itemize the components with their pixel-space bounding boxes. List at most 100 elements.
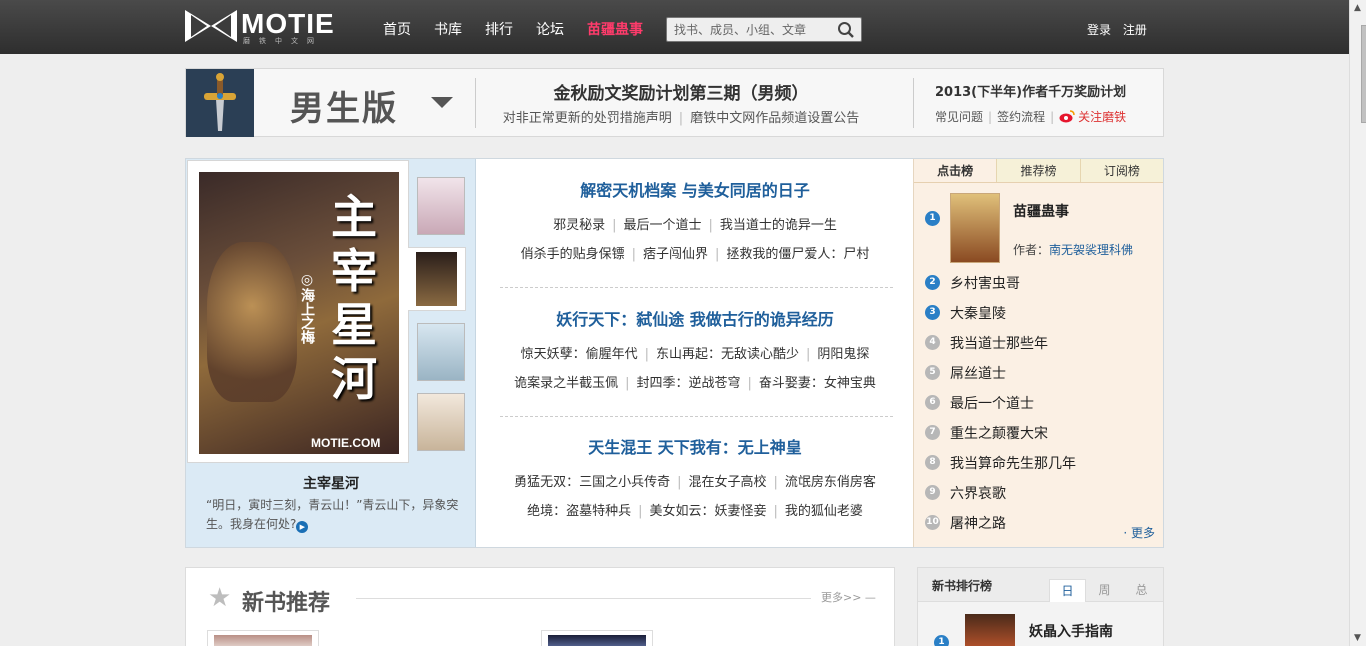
cover-brand-text: MOTIE.COM	[311, 436, 381, 450]
ranking-item[interactable]: 2 乡村害虫哥	[914, 272, 1164, 294]
new-book-cover[interactable]	[541, 630, 653, 646]
ranking-item-title[interactable]: 重生之颠覆大宋	[950, 423, 1048, 443]
notice-link-channel[interactable]: 磨铁中文网作品频道设置公告	[690, 111, 859, 126]
ranking-item[interactable]: 4 我当道士那些年	[914, 332, 1164, 354]
thumbnail[interactable]	[417, 393, 465, 451]
ranking-item-title[interactable]: 屠神之路	[950, 513, 1006, 533]
motie-logo[interactable]: MOTIE 磨铁中文网	[185, 8, 345, 45]
featured-book-title[interactable]: 主宰星河	[186, 473, 476, 493]
book-link[interactable]: 惊天妖孽：偷腥年代	[521, 347, 638, 362]
register-link[interactable]: 注册	[1123, 23, 1147, 37]
thumbnail[interactable]	[417, 323, 465, 381]
recommend-row: 邪灵秘录 | 最后一个道士 | 我当道士的诡异一生	[553, 218, 837, 233]
tab-subscribe[interactable]: 订阅榜	[1079, 159, 1163, 182]
main-nav: 首页 书库 排行 论坛 苗疆蛊事	[383, 19, 666, 39]
search-input[interactable]	[667, 18, 832, 41]
scroll-up-icon[interactable]: ▲	[1354, 3, 1361, 13]
book-link[interactable]: 勇猛无双：三国之小兵传奇	[514, 475, 670, 490]
nav-home[interactable]: 首页	[383, 19, 411, 39]
book-link[interactable]: 封四季：逆战苍穹	[636, 376, 740, 391]
tab-week[interactable]: 周	[1086, 579, 1123, 602]
book-link[interactable]: 诡案录之半截玉佩	[514, 376, 618, 391]
ranking-item-title[interactable]: 我当算命先生那几年	[950, 453, 1076, 473]
new-ranking-heading: 新书排行榜	[932, 579, 993, 593]
notice-link-penalty[interactable]: 对非正常更新的处罚措施声明	[503, 111, 672, 126]
featured-cover-frame: 主宰星河 ◎海上之梅 MOTIE.COM	[187, 160, 409, 463]
ranking-item[interactable]: 5 屌丝道士	[914, 362, 1164, 384]
ranking-item-title[interactable]: 我当道士那些年	[950, 333, 1048, 353]
nav-ranking[interactable]: 排行	[485, 19, 513, 39]
ranking-item-title[interactable]: 大秦皇陵	[950, 303, 1006, 323]
ranking-item[interactable]: 6 最后一个道士	[914, 392, 1164, 414]
book-link[interactable]: 阴阳鬼探	[817, 347, 869, 362]
book-link[interactable]: 东山再起：无敌读心酷少	[656, 347, 799, 362]
ranking-panel: 点击榜 推荐榜 订阅榜 1 苗疆蛊事 作者：南无袈裟理科佛 2 乡村害虫哥 3 大秦…	[913, 159, 1163, 547]
book-link[interactable]: 俏杀手的贴身保镖	[521, 247, 625, 262]
notice-links: 对非正常更新的处罚措施声明 | 磨铁中文网作品频道设置公告	[502, 111, 860, 126]
thumbnail[interactable]	[417, 177, 465, 235]
tab-day[interactable]: 日	[1049, 579, 1086, 602]
ranking-item[interactable]: 3 大秦皇陵	[914, 302, 1164, 324]
book-link[interactable]: 我当道士的诡异一生	[720, 218, 837, 233]
ranking-item-title[interactable]: 六界哀歌	[950, 483, 1006, 503]
nav-library[interactable]: 书库	[434, 19, 462, 39]
login-link[interactable]: 登录	[1087, 23, 1111, 37]
faq-link[interactable]: 常见问题	[935, 108, 983, 125]
new-ranking-book-title[interactable]: 妖晶入手指南	[1029, 621, 1113, 641]
ranking-more-link[interactable]: · 更多	[1123, 524, 1155, 541]
thumbnail-active[interactable]	[408, 247, 466, 311]
new-book-cover[interactable]	[207, 630, 319, 646]
play-icon[interactable]: ▶	[296, 521, 309, 533]
scrollbar-thumb[interactable]	[1361, 25, 1366, 123]
recommend-row: 惊天妖孽：偷腥年代 | 东山再起：无敌读心酷少 | 阴阳鬼探	[520, 347, 870, 362]
cover-title-text: 主宰星河	[331, 190, 377, 406]
book-link[interactable]: 绝境：盗墓特种兵	[527, 504, 631, 519]
book-link[interactable]: 最后一个道士	[623, 218, 701, 233]
logo-subtitle: 磨铁中文网	[243, 37, 323, 45]
recommend-heading[interactable]: 天生混王 天下我有：无上神皇	[497, 434, 893, 458]
book-link[interactable]: 混在女子高校	[688, 475, 766, 490]
featured-cover-image[interactable]: 主宰星河 ◎海上之梅 MOTIE.COM	[199, 172, 399, 454]
ranking-book-title[interactable]: 苗疆蛊事	[1013, 201, 1069, 221]
book-link[interactable]: 美女如云：妖妻怪妾	[649, 504, 766, 519]
reward-plan-title[interactable]: 2013(下半年)作者千万奖励计划	[935, 81, 1126, 100]
ranking-cover-image[interactable]	[950, 193, 1000, 263]
rank-badge: 1	[934, 635, 949, 646]
follow-weibo-link[interactable]: 关注磨铁	[1078, 108, 1126, 125]
book-link[interactable]: 我的狐仙老婆	[785, 504, 863, 519]
new-ranking-tabs: 日 周 总	[1049, 579, 1160, 602]
recommend-heading[interactable]: 妖行天下：弑仙途 我做古行的诡异经历	[497, 306, 893, 330]
signing-process-link[interactable]: 签约流程	[997, 108, 1045, 125]
recommend-group: 解密天机档案 与美女同居的日子 邪灵秘录 | 最后一个道士 | 我当道士的诡异一生 俏杀…	[497, 177, 893, 269]
tab-total[interactable]: 总	[1123, 579, 1160, 602]
book-link[interactable]: 奋斗娶妻：女神宝典	[759, 376, 876, 391]
rank-badge: 8	[925, 455, 940, 470]
author-link[interactable]: 南无袈裟理科佛	[1049, 243, 1133, 257]
ranking-item-title[interactable]: 屌丝道士	[950, 363, 1006, 383]
new-ranking-cover-image[interactable]	[965, 614, 1015, 646]
ranking-item[interactable]: 7 重生之颠覆大宋	[914, 422, 1164, 444]
book-link[interactable]: 流氓房东俏房客	[785, 475, 876, 490]
nav-featured-book[interactable]: 苗疆蛊事	[587, 19, 643, 39]
ranking-item-title[interactable]: 最后一个道士	[950, 393, 1034, 413]
ranking-item[interactable]: 8 我当算命先生那几年	[914, 452, 1164, 474]
book-link[interactable]: 痞子闯仙界	[643, 247, 708, 262]
book-link[interactable]: 邪灵秘录	[553, 218, 605, 233]
ranking-first-item[interactable]: 1 苗疆蛊事 作者：南无袈裟理科佛	[914, 191, 1164, 267]
search-icon[interactable]	[837, 21, 855, 39]
new-books-more-link[interactable]: 更多>> —	[821, 589, 876, 605]
ranking-item-title[interactable]: 乡村害虫哥	[950, 273, 1020, 293]
book-link[interactable]: 拯救我的僵尸爱人：尸村	[726, 247, 869, 262]
campaign-title[interactable]: 金秋励文奖励计划第三期（男频）	[476, 79, 886, 104]
recommend-row: 诡案录之半截玉佩 | 封四季：逆战苍穹 | 奋斗娶妻：女神宝典	[514, 376, 876, 391]
tab-clicks[interactable]: 点击榜	[914, 159, 997, 182]
ranking-item[interactable]: 9 六界哀歌	[914, 482, 1164, 504]
recommend-row: 俏杀手的贴身保镖 | 痞子闯仙界 | 拯救我的僵尸爱人：尸村	[520, 247, 870, 262]
vertical-scrollbar[interactable]: ▲ ▼	[1349, 0, 1366, 646]
recommend-group: 妖行天下：弑仙途 我做古行的诡异经历 惊天妖孽：偷腥年代 | 东山再起：无敌读心酷少…	[497, 306, 893, 398]
nav-forum[interactable]: 论坛	[536, 19, 564, 39]
scroll-down-icon[interactable]: ▼	[1354, 633, 1361, 643]
edition-dropdown-icon[interactable]	[431, 97, 453, 108]
tab-recommend[interactable]: 推荐榜	[996, 159, 1079, 182]
recommend-heading[interactable]: 解密天机档案 与美女同居的日子	[497, 177, 893, 201]
